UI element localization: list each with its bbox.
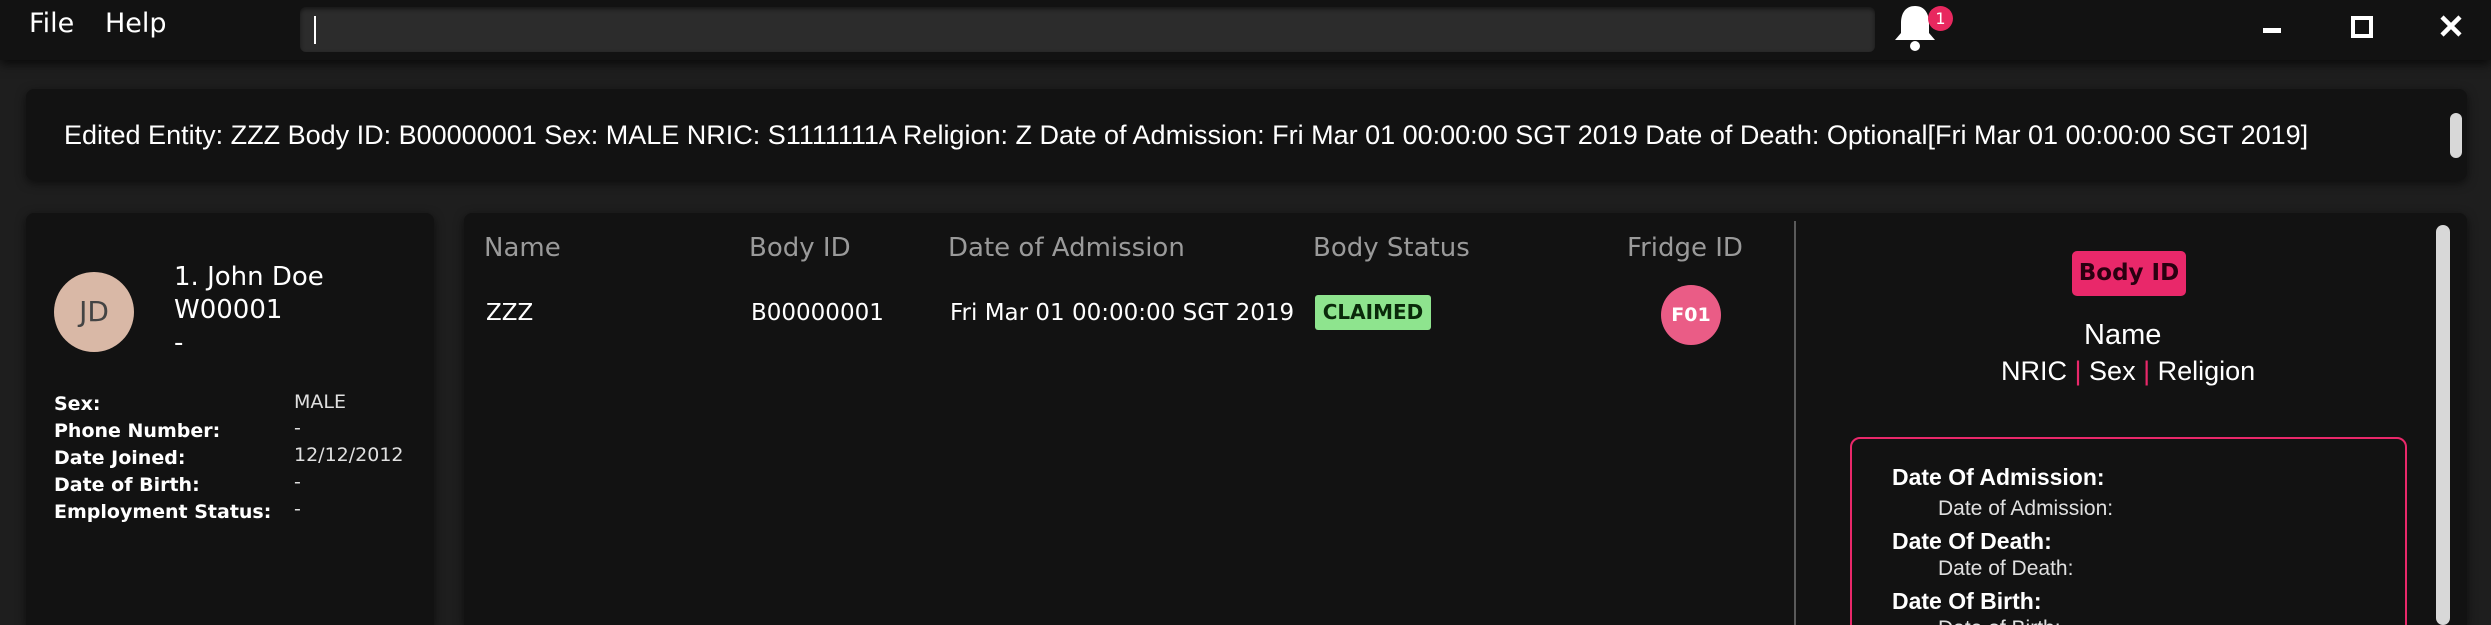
sex-value: MALE (294, 391, 346, 413)
detail-nric: NRIC (2001, 356, 2067, 386)
employment-status-label: Employment Status: (54, 501, 272, 523)
detail-subtitle: NRIC | Sex | Religion (2001, 356, 2255, 387)
cell-name: ZZZ (486, 300, 534, 326)
sex-label: Sex: (54, 393, 101, 415)
result-scrollbar[interactable] (2450, 113, 2462, 158)
status-badge: CLAIMED (1315, 295, 1431, 330)
date-of-admission-label: Date Of Admission: (1892, 464, 2105, 490)
date-of-death-value: Date of Death: (1938, 557, 2074, 580)
worker-designation: - (174, 328, 184, 358)
phone-value: - (294, 417, 301, 439)
title-bar: File Help 1 (0, 0, 2491, 60)
date-joined-label: Date Joined: (54, 447, 186, 469)
dob-label: Date of Birth: (54, 474, 200, 496)
menu-file[interactable]: File (29, 8, 74, 39)
detail-religion: Religion (2157, 356, 2256, 386)
phone-label: Phone Number: (54, 420, 221, 442)
detail-body-id-tag: Body ID (2072, 251, 2186, 296)
column-header-name[interactable]: Name (484, 233, 561, 263)
detail-scrollbar[interactable] (2436, 225, 2450, 625)
column-header-fridge-id[interactable]: Fridge ID (1627, 233, 1743, 263)
worker-header: 1. John Doe W00001 - (174, 261, 324, 360)
result-message: Edited Entity: ZZZ Body ID: B00000001 Se… (64, 120, 2309, 150)
detail-name: Name (2084, 319, 2162, 351)
column-header-body-id[interactable]: Body ID (749, 233, 851, 263)
panel-divider (1794, 221, 1796, 625)
cell-date-of-admission: Fri Mar 01 00:00:00 SGT 2019 (950, 300, 1295, 326)
body-panel: Name Body ID Date of Admission Body Stat… (464, 213, 2467, 625)
cell-body-id: B00000001 (751, 300, 884, 326)
worker-card[interactable]: JD 1. John Doe W00001 - Sex: MALE Phone … (26, 213, 434, 625)
text-caret (314, 16, 316, 44)
detail-dates-box: Date Of Admission: Date of Admission: Da… (1850, 437, 2407, 625)
result-display: Edited Entity: ZZZ Body ID: B00000001 Se… (26, 89, 2467, 180)
minimize-icon[interactable] (2252, 10, 2292, 50)
date-of-birth-value: Date of Birth: (1938, 617, 2061, 625)
separator: | (2074, 356, 2082, 386)
worker-name: 1. John Doe (174, 262, 324, 292)
fridge-id-badge: F01 (1661, 285, 1721, 345)
date-of-admission-value: Date of Admission: (1938, 497, 2114, 520)
date-of-death-label: Date Of Death: (1892, 528, 2052, 554)
column-header-date-of-admission[interactable]: Date of Admission (948, 233, 1185, 263)
menu-help[interactable]: Help (105, 8, 167, 39)
date-of-birth-label: Date Of Birth: (1892, 588, 2042, 614)
detail-sex: Sex (2089, 356, 2136, 386)
worker-id: W00001 (174, 295, 283, 325)
employment-status-value: - (294, 498, 301, 520)
command-input[interactable] (300, 7, 1875, 52)
dob-value: - (294, 471, 301, 493)
avatar: JD (54, 272, 134, 352)
column-header-body-status[interactable]: Body Status (1313, 233, 1470, 263)
date-joined-value: 12/12/2012 (294, 444, 404, 466)
maximize-icon[interactable] (2342, 10, 2382, 50)
separator: | (2143, 356, 2151, 386)
close-icon[interactable] (2432, 10, 2472, 50)
notification-count-badge: 1 (1928, 6, 1953, 31)
